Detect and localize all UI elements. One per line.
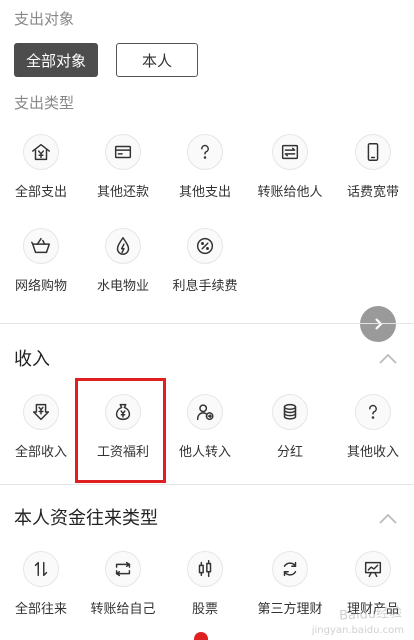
own-funds-item-stocks[interactable]: 股票 xyxy=(164,545,246,635)
income-item-other[interactable]: 其他收入 xyxy=(332,388,414,478)
spend-type-row-2: 网络购物 水电物业 利息手续费 xyxy=(0,222,414,312)
spend-item-label: 其他支出 xyxy=(178,185,231,200)
spend-item-label: 话费宽带 xyxy=(346,185,399,200)
coins-icon xyxy=(272,394,308,430)
income-row: 全部收入 工资福利 他人转入 分红 其他收入 xyxy=(0,388,414,478)
own-funds-item-transfer-self[interactable]: 转账给自己 xyxy=(82,545,164,635)
drop-bolt-icon xyxy=(105,228,141,264)
chip-self[interactable]: 本人 xyxy=(116,43,198,77)
spend-item-all[interactable]: 全部支出 xyxy=(0,128,82,218)
own-funds-title: 本人资金往来类型 xyxy=(14,508,158,529)
income-item-transfer-in[interactable]: 他人转入 xyxy=(164,388,246,478)
spend-item-online-shopping[interactable]: 网络购物 xyxy=(0,222,82,312)
spend-item-label: 转账给他人 xyxy=(257,185,323,200)
spend-type-row-1: 全部支出 其他还款 其他支出 转账给他人 话费宽带 xyxy=(0,128,414,218)
spend-item-label: 其他还款 xyxy=(96,185,149,200)
own-funds-item-label: 全部往来 xyxy=(14,602,67,617)
income-item-label: 分红 xyxy=(276,445,303,460)
own-funds-item-third-party[interactable]: 第三方理财 xyxy=(249,545,331,635)
divider xyxy=(0,484,414,485)
download-yen-icon xyxy=(23,394,59,430)
own-funds-item-label: 转账给自己 xyxy=(90,602,156,617)
percent-icon xyxy=(187,228,223,264)
spend-item-other-repay[interactable]: 其他还款 xyxy=(82,128,164,218)
spend-item-label: 水电物业 xyxy=(96,279,149,294)
income-item-label: 全部收入 xyxy=(14,445,67,460)
chart-board-icon xyxy=(355,551,391,587)
watermark: Baidu经验 xyxy=(338,605,403,624)
chevron-up-icon xyxy=(379,513,397,524)
income-item-label: 他人转入 xyxy=(178,445,231,460)
basket-icon xyxy=(23,228,59,264)
red-indicator xyxy=(194,632,208,640)
chip-all-targets[interactable]: 全部对象 xyxy=(14,43,98,77)
next-arrow-button[interactable] xyxy=(360,306,396,342)
circle-refresh-icon xyxy=(272,551,308,587)
chevron-right-icon xyxy=(375,318,383,330)
card-icon xyxy=(105,134,141,170)
spend-item-label: 全部支出 xyxy=(14,185,67,200)
own-funds-item-label: 股票 xyxy=(191,602,218,617)
question-icon xyxy=(187,134,223,170)
chevron-up-icon xyxy=(379,353,397,364)
income-item-dividend[interactable]: 分红 xyxy=(249,388,331,478)
spend-item-transfer-others[interactable]: 转账给他人 xyxy=(249,128,331,218)
arrows-updown-icon xyxy=(23,551,59,587)
spend-item-utilities[interactable]: 水电物业 xyxy=(82,222,164,312)
own-funds-item-all[interactable]: 全部往来 xyxy=(0,545,82,635)
spend-item-label: 网络购物 xyxy=(14,279,67,294)
phone-icon xyxy=(355,134,391,170)
spend-type-label: 支出类型 xyxy=(14,94,75,112)
candlestick-icon xyxy=(187,551,223,587)
transfer-icon xyxy=(272,134,308,170)
user-in-icon xyxy=(187,394,223,430)
income-item-label: 其他收入 xyxy=(346,445,399,460)
divider xyxy=(0,323,414,324)
spend-item-phone-broadband[interactable]: 话费宽带 xyxy=(332,128,414,218)
spend-item-other-spend[interactable]: 其他支出 xyxy=(164,128,246,218)
salary-highlight-box xyxy=(75,378,166,483)
income-item-all[interactable]: 全部收入 xyxy=(0,388,82,478)
loop-icon xyxy=(105,551,141,587)
watermark-url: jingyan.baidu.com xyxy=(311,625,404,636)
spend-item-interest-fees[interactable]: 利息手续费 xyxy=(164,222,246,312)
spend-target-label: 支出对象 xyxy=(14,10,75,28)
own-funds-collapse-toggle[interactable] xyxy=(378,510,398,524)
spend-item-label: 利息手续费 xyxy=(172,279,238,294)
question-icon xyxy=(355,394,391,430)
own-funds-item-label: 第三方理财 xyxy=(257,602,323,617)
house-yen-icon xyxy=(23,134,59,170)
income-title: 收入 xyxy=(14,349,50,370)
income-collapse-toggle[interactable] xyxy=(378,350,398,364)
